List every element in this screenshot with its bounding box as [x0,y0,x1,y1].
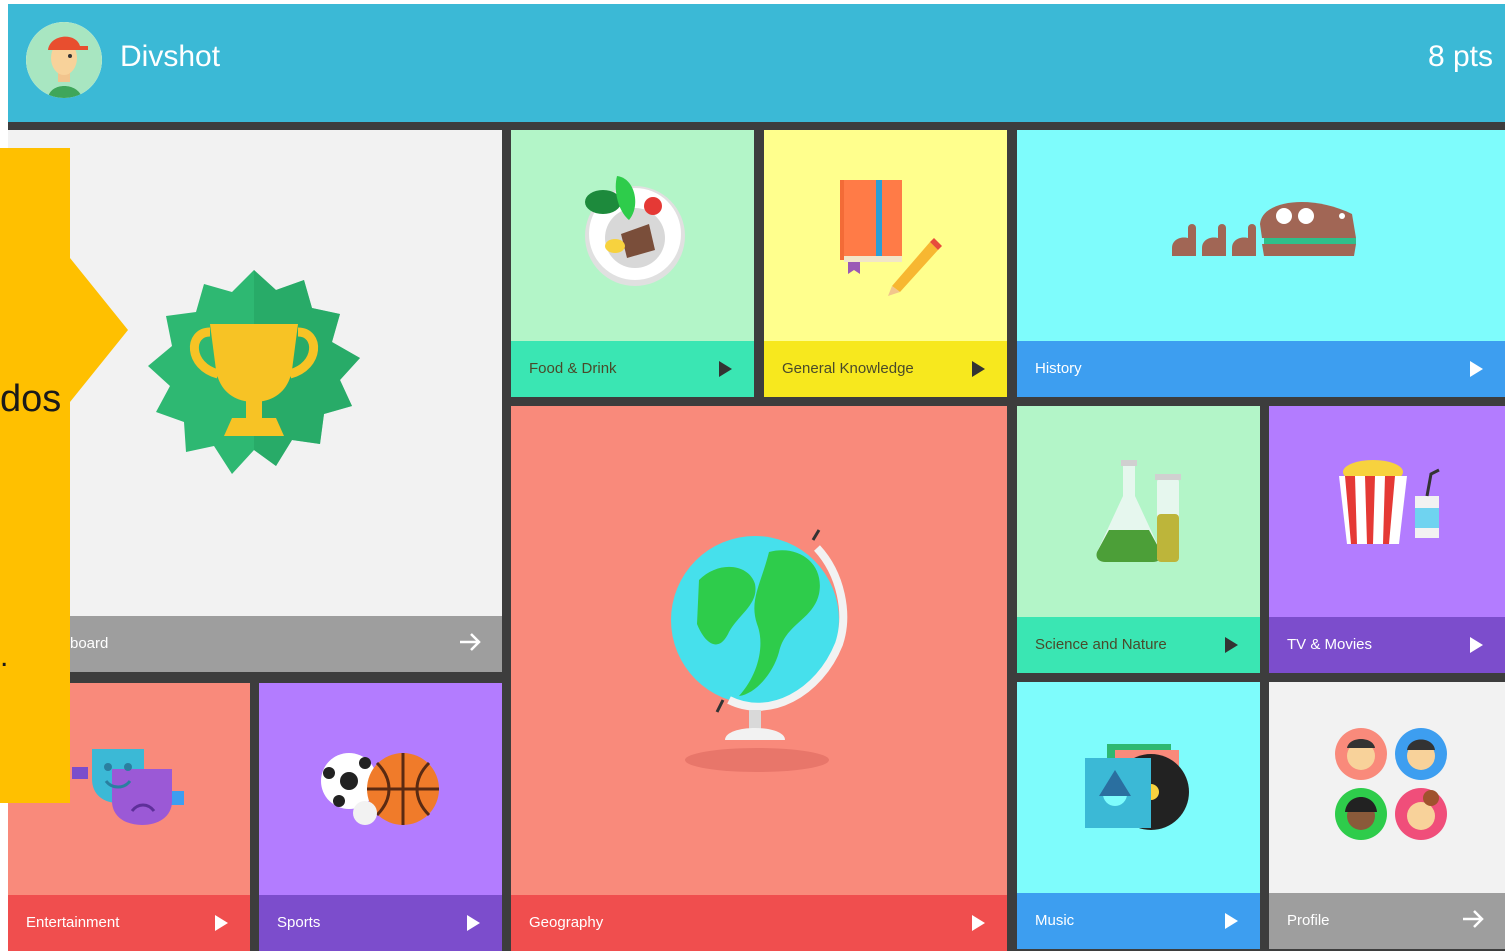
tile-label-history: History [1035,360,1082,377]
tile-geography[interactable]: Geography [511,406,1007,951]
globe-icon [671,529,848,772]
tile-bar-general-knowledge: General Knowledge [764,341,1007,397]
category-board: board Food & Drink General Knowledge His… [8,122,1505,951]
callout-arrow [0,148,128,803]
arrow-right-icon[interactable] [458,630,482,654]
popcorn-icon [1339,460,1440,544]
tile-bar-profile: Profile [1269,893,1505,949]
play-icon[interactable] [972,915,985,931]
flask-icon [1096,460,1181,562]
tile-label-profile: Profile [1287,912,1330,929]
tile-bar-food-drink: Food & Drink [511,341,754,397]
arrow-right-icon[interactable] [1461,907,1485,931]
trophy-badge-icon [148,270,360,474]
tile-bar-entertainment: Entertainment [8,895,250,951]
plate-icon [585,176,685,286]
dinosaur-skull-icon [1172,201,1356,256]
tile-label-general-knowledge: General Knowledge [782,360,914,377]
book-pencil-icon [840,180,942,296]
tile-label-science-nature: Science and Nature [1035,636,1167,653]
tile-label-food-drink: Food & Drink [529,360,617,377]
tile-label-sports: Sports [277,914,321,931]
tile-profile[interactable]: Profile [1269,682,1505,949]
tile-food-drink[interactable]: Food & Drink [511,130,754,397]
play-icon[interactable] [1225,913,1238,929]
tile-label-music: Music [1035,912,1075,929]
vinyl-record-icon [1085,744,1189,830]
tile-label-geography: Geography [529,914,604,931]
tile-bar-tv-movies: TV & Movies [1269,617,1505,673]
user-avatar[interactable] [26,22,102,98]
points-counter: 8 pts [1427,40,1493,73]
play-icon[interactable] [467,915,480,931]
tile-general-knowledge[interactable]: General Knowledge [764,130,1007,397]
play-icon[interactable] [215,915,228,931]
callout-dot: . [0,640,9,673]
app-header: Divshot 8 pts [8,4,1505,122]
tile-music[interactable]: Music [1017,682,1260,949]
tile-bar-history: History [1017,341,1505,397]
tile-bar-music: Music [1017,893,1260,949]
play-icon[interactable] [972,361,985,377]
tile-bar-geography: Geography [511,895,1007,951]
play-icon[interactable] [1225,637,1238,653]
tile-bar-science-nature: Science and Nature [1017,617,1260,673]
play-icon[interactable] [1470,637,1483,653]
play-icon[interactable] [719,361,732,377]
tile-tv-movies[interactable]: TV & Movies [1269,406,1505,673]
app-title: Divshot [120,40,221,73]
tile-label-entertainment: Entertainment [26,914,120,931]
tile-label-tv-movies: TV & Movies [1287,636,1373,653]
tile-sports[interactable]: Sports [259,683,502,951]
callout-text: dos [0,378,62,420]
tile-science-nature[interactable]: Science and Nature [1017,406,1260,673]
profile-avatars-icon [1335,728,1447,840]
tile-history[interactable]: History [1017,130,1505,397]
sports-balls-icon [321,753,439,825]
play-icon[interactable] [1470,361,1483,377]
tile-bar-sports: Sports [259,895,502,951]
